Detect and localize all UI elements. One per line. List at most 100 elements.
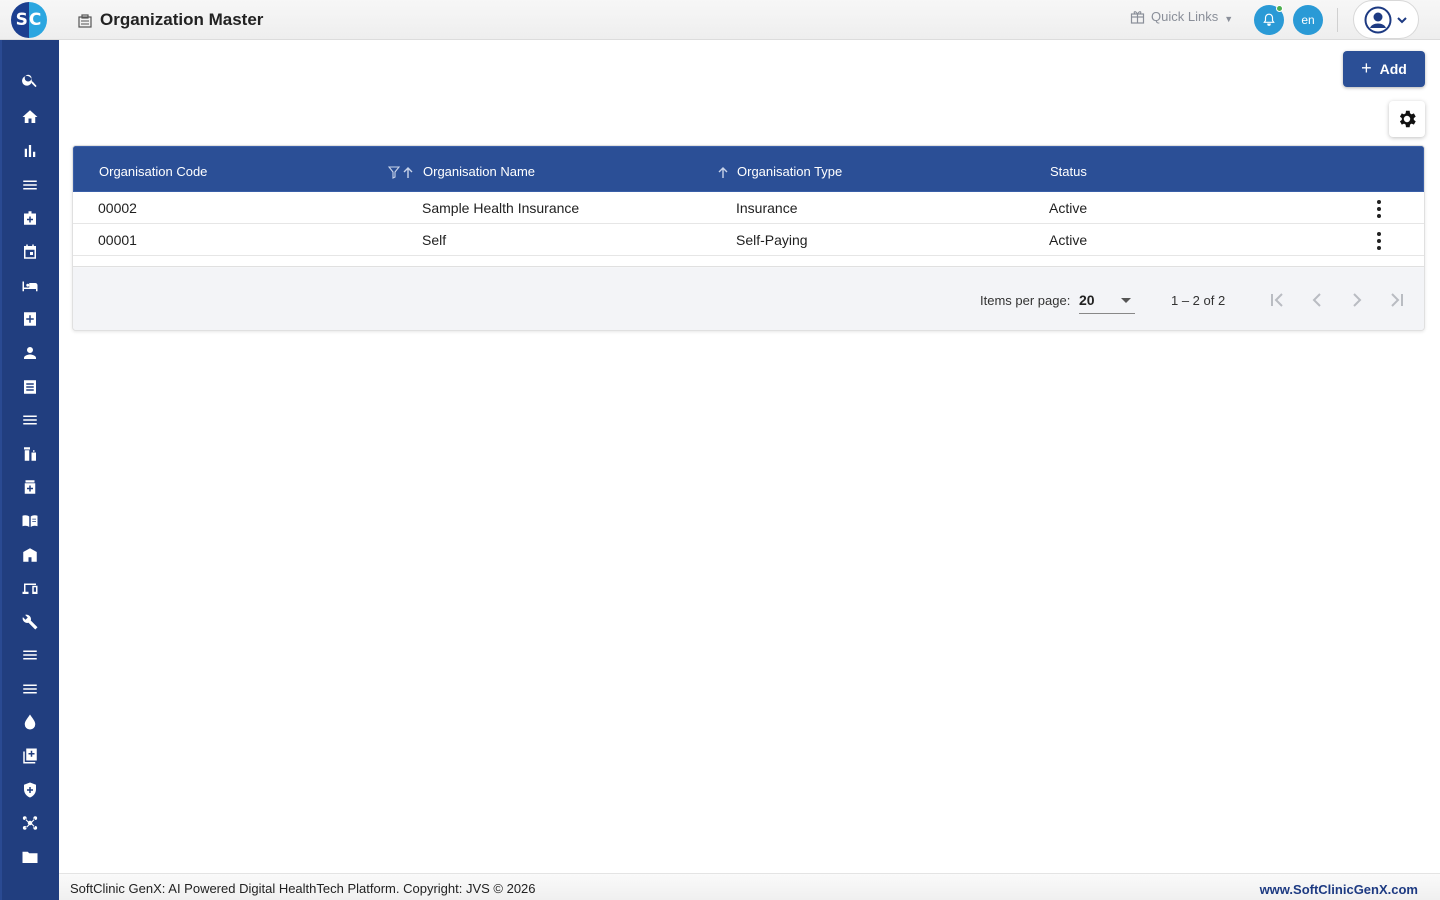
footer: SoftClinic GenX: AI Powered Digital Heal… bbox=[59, 873, 1440, 900]
quick-links-menu[interactable]: Quick Links ▼ bbox=[1130, 9, 1233, 24]
chevron-right-icon bbox=[1353, 293, 1362, 307]
caret-down-icon: ▼ bbox=[1224, 13, 1234, 24]
cell-code: 00002 bbox=[98, 200, 137, 216]
sidebar-item-medicines[interactable] bbox=[18, 475, 42, 499]
sidebar-item-appointments[interactable] bbox=[18, 240, 42, 264]
sidebar-item-add-records[interactable] bbox=[18, 744, 42, 768]
app-logo[interactable]: SC bbox=[11, 2, 47, 38]
quick-links-label: Quick Links bbox=[1151, 9, 1219, 24]
blood-drop-icon bbox=[24, 714, 36, 730]
devices-icon bbox=[22, 583, 38, 594]
medical-plus-icon bbox=[24, 312, 36, 326]
menu-icon bbox=[23, 684, 37, 694]
folder-icon bbox=[22, 851, 38, 863]
shield-plus-icon bbox=[24, 782, 36, 798]
notification-dot bbox=[1276, 5, 1283, 12]
page-range-label: 1 – 2 of 2 bbox=[1171, 293, 1226, 308]
sidebar-item-billing[interactable] bbox=[18, 375, 42, 399]
medical-bag-icon bbox=[24, 211, 36, 225]
next-page-button[interactable] bbox=[1345, 288, 1369, 312]
row-actions-kebab-icon[interactable] bbox=[1371, 232, 1387, 250]
sidebar-item-menu-1[interactable] bbox=[18, 173, 42, 197]
chevron-down-icon bbox=[1397, 16, 1407, 23]
add-button-label: Add bbox=[1379, 61, 1407, 77]
items-per-page-select[interactable]: 20 bbox=[1079, 284, 1135, 314]
gift-icon bbox=[1130, 11, 1145, 24]
home-icon bbox=[22, 110, 38, 123]
user-menu-button[interactable] bbox=[1353, 0, 1419, 39]
sidebar-item-menu-3[interactable] bbox=[18, 643, 42, 667]
cell-status: Active bbox=[1049, 200, 1088, 216]
column-header-type[interactable]: Organisation Type bbox=[737, 164, 842, 179]
bell-icon bbox=[1263, 13, 1275, 26]
sidebar-item-maintenance[interactable] bbox=[18, 610, 42, 634]
receipt-icon bbox=[24, 380, 36, 394]
sidebar-item-patients[interactable] bbox=[18, 341, 42, 365]
sidebar-item-blood-bank[interactable] bbox=[18, 710, 42, 734]
sidebar-item-menu-2[interactable] bbox=[18, 408, 42, 432]
menu-icon bbox=[23, 180, 37, 190]
notifications-button[interactable] bbox=[1254, 5, 1284, 35]
sidebar-item-documents[interactable] bbox=[18, 845, 42, 869]
first-page-icon bbox=[1271, 293, 1283, 307]
sidebar-item-reports[interactable] bbox=[18, 139, 42, 163]
cell-name: Sample Health Insurance bbox=[422, 200, 580, 216]
last-page-button[interactable] bbox=[1385, 288, 1409, 312]
sidebar-item-store[interactable] bbox=[18, 543, 42, 567]
sidebar-item-devices[interactable] bbox=[18, 576, 42, 600]
table-spacer bbox=[73, 256, 1424, 267]
page-title: Organization Master bbox=[100, 10, 264, 29]
sort-arrow-up-icon[interactable] bbox=[716, 165, 730, 179]
plus-icon: + bbox=[1361, 57, 1372, 78]
table-row[interactable]: 00001 Self Self-Paying Active bbox=[73, 224, 1424, 256]
medication-icon bbox=[24, 447, 36, 461]
footer-website-link[interactable]: www.SoftClinicGenX.com bbox=[1260, 882, 1418, 897]
previous-page-button[interactable] bbox=[1305, 288, 1329, 312]
sidebar-item-beds[interactable] bbox=[18, 274, 42, 298]
sidebar-item-integrations[interactable] bbox=[18, 811, 42, 835]
menu-icon bbox=[23, 650, 37, 660]
filter-sort-icon[interactable] bbox=[388, 165, 416, 179]
cell-status: Active bbox=[1049, 232, 1088, 248]
cell-code: 00001 bbox=[98, 232, 137, 248]
sidebar-item-clinical[interactable] bbox=[18, 307, 42, 331]
language-button[interactable]: en bbox=[1293, 5, 1323, 35]
column-header-status[interactable]: Status bbox=[1050, 164, 1087, 179]
bed-icon bbox=[22, 281, 38, 292]
column-header-name[interactable]: Organisation Name bbox=[423, 164, 535, 179]
first-page-button[interactable] bbox=[1265, 288, 1289, 312]
caret-down-icon bbox=[1121, 298, 1131, 303]
wrench-icon bbox=[22, 614, 38, 630]
cell-type: Self-Paying bbox=[736, 232, 808, 248]
medicine-box-icon bbox=[24, 480, 36, 494]
hub-icon bbox=[22, 816, 38, 830]
table-settings-button[interactable] bbox=[1389, 101, 1425, 137]
book-icon bbox=[22, 515, 38, 527]
organisation-table: Organisation Code Organisation Name Orga… bbox=[72, 145, 1425, 331]
sidebar-item-insurance[interactable] bbox=[18, 778, 42, 802]
sidebar-item-home[interactable] bbox=[18, 105, 42, 129]
bar-chart-icon bbox=[24, 145, 36, 157]
menu-icon bbox=[23, 415, 37, 425]
sidebar-item-menu-4[interactable] bbox=[18, 677, 42, 701]
top-bar: SC Organization Master Quick Links ▼ en bbox=[0, 0, 1440, 40]
language-label: en bbox=[1301, 13, 1315, 27]
last-page-icon bbox=[1391, 293, 1403, 307]
items-per-page-label: Items per page: bbox=[980, 293, 1071, 308]
sidebar-item-search[interactable] bbox=[18, 68, 42, 92]
account-circle-icon bbox=[1364, 6, 1392, 33]
row-actions-kebab-icon[interactable] bbox=[1371, 200, 1387, 218]
cell-type: Insurance bbox=[736, 200, 798, 216]
footer-copyright: SoftClinic GenX: AI Powered Digital Heal… bbox=[70, 881, 536, 896]
gear-icon bbox=[1399, 110, 1416, 128]
header-divider bbox=[1337, 8, 1338, 32]
table-row[interactable]: 00002 Sample Health Insurance Insurance … bbox=[73, 192, 1424, 224]
add-button[interactable]: + Add bbox=[1343, 51, 1425, 87]
sidebar-item-medical[interactable] bbox=[18, 206, 42, 230]
table-header-row: Organisation Code Organisation Name Orga… bbox=[73, 146, 1424, 192]
items-per-page-value: 20 bbox=[1079, 292, 1095, 308]
sidebar-item-library[interactable] bbox=[18, 509, 42, 533]
sidebar-item-pharmacy[interactable] bbox=[18, 442, 42, 466]
column-header-code[interactable]: Organisation Code bbox=[99, 164, 207, 179]
cell-name: Self bbox=[422, 232, 447, 248]
